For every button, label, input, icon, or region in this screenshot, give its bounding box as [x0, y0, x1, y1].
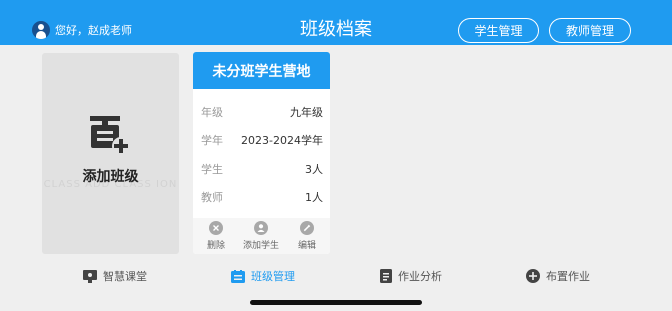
add-class-card[interactable]: CLASS ADD CLASS ION 添加班级 — [42, 53, 179, 254]
teacher-management-button[interactable]: 教师管理 — [549, 18, 631, 43]
tab-class-management[interactable]: 班级管理 — [231, 268, 295, 284]
tab-class-management-label: 班级管理 — [251, 270, 295, 283]
teachers-value: 1人 — [305, 191, 323, 204]
home-indicator[interactable] — [250, 300, 422, 305]
students-label: 学生 — [201, 163, 223, 176]
delete-icon — [209, 221, 223, 235]
school-year-row: 学年 2023-2024学年 — [201, 132, 323, 148]
teachers-row: 教师 1人 — [201, 189, 323, 205]
class-management-icon — [231, 269, 245, 283]
grade-value: 九年级 — [290, 106, 323, 119]
students-row: 学生 3人 — [201, 161, 323, 177]
assign-homework-icon — [526, 269, 540, 283]
students-value: 3人 — [305, 163, 323, 176]
smart-classroom-icon — [83, 269, 97, 283]
school-year-value: 2023-2024学年 — [241, 134, 323, 147]
add-student-label: 添加学生 — [242, 241, 279, 251]
add-student-button[interactable]: 添加学生 — [239, 221, 283, 251]
card-actions: 删除 添加学生 编辑 — [193, 218, 330, 254]
edit-label: 编辑 — [297, 241, 316, 251]
grade-label: 年级 — [201, 106, 223, 119]
delete-button[interactable]: 删除 — [194, 221, 238, 251]
school-year-label: 学年 — [201, 134, 223, 147]
bottom-tab-bar: 智慧课堂 班级管理 作业分析 布置作业 — [0, 260, 672, 292]
tab-smart-classroom-label: 智慧课堂 — [103, 270, 147, 283]
tab-assign-homework-label: 布置作业 — [546, 270, 590, 283]
class-card[interactable]: 未分班学生营地 年级 九年级 学年 2023-2024学年 学生 3人 教师 1… — [193, 52, 330, 254]
tab-homework-analysis[interactable]: 作业分析 — [380, 268, 442, 284]
edit-button[interactable]: 编辑 — [285, 221, 329, 251]
student-management-button[interactable]: 学生管理 — [458, 18, 539, 43]
tab-homework-analysis-label: 作业分析 — [398, 270, 442, 283]
delete-label: 删除 — [206, 241, 225, 251]
grade-row: 年级 九年级 — [201, 104, 323, 120]
teachers-label: 教师 — [201, 191, 223, 204]
add-class-label: 添加班级 — [82, 169, 139, 185]
add-student-icon — [254, 221, 268, 235]
add-class-icon — [90, 116, 130, 155]
homework-analysis-icon — [380, 269, 392, 283]
class-name: 未分班学生营地 — [193, 52, 330, 89]
tab-smart-classroom[interactable]: 智慧课堂 — [83, 268, 147, 284]
header-bar: 您好，赵成老师 班级档案 学生管理 教师管理 — [0, 0, 672, 45]
tab-assign-homework[interactable]: 布置作业 — [526, 268, 590, 284]
edit-icon — [300, 221, 314, 235]
